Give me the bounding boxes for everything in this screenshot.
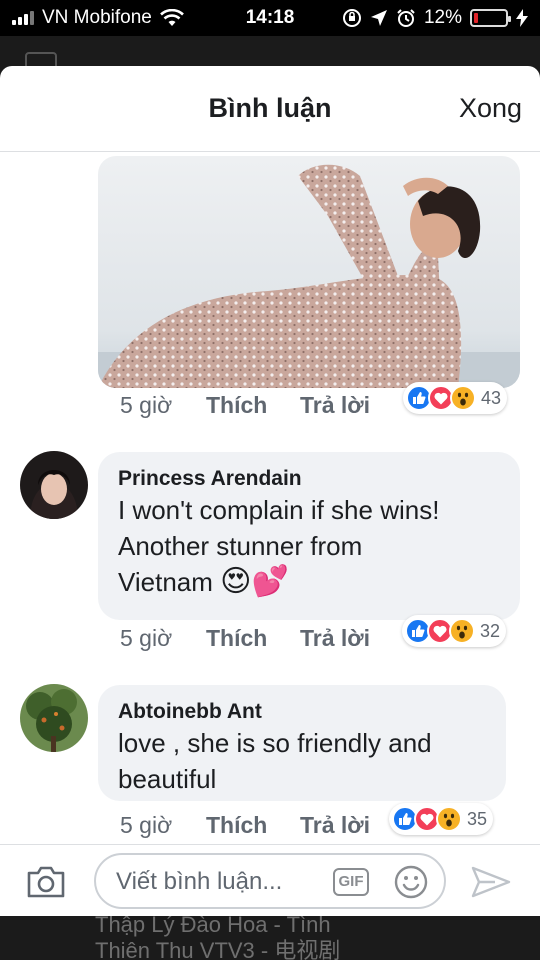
avatar[interactable] bbox=[20, 451, 88, 519]
comment-text: I won't complain if she wins! Another st… bbox=[118, 492, 500, 600]
reaction-summary[interactable]: 43 bbox=[403, 382, 508, 414]
charging-icon bbox=[516, 9, 528, 27]
camera-icon[interactable] bbox=[26, 865, 66, 899]
done-button[interactable]: Xong bbox=[459, 93, 522, 124]
comments-sheet: Bình luận Xong 5 giờ Thích Trả lời 43 Pr… bbox=[0, 66, 540, 916]
comment-photo[interactable] bbox=[98, 156, 520, 388]
comment-text-line: I won't complain if she wins! bbox=[118, 495, 440, 525]
comment-meta: 5 giờ Thích Trả lời bbox=[120, 625, 370, 652]
reply-button[interactable]: Trả lời bbox=[300, 392, 370, 419]
comment-text-line: Vietnam bbox=[118, 567, 213, 597]
comment-input-placeholder: Viết bình luận... bbox=[116, 868, 283, 895]
two-hearts-emoji: 💕 bbox=[251, 565, 289, 598]
reaction-summary[interactable]: 35 bbox=[389, 803, 494, 835]
photo-image bbox=[98, 156, 520, 388]
battery-level bbox=[474, 13, 478, 23]
comment-meta: 5 giờ Thích Trả lời bbox=[120, 392, 370, 419]
alarm-icon bbox=[397, 9, 415, 27]
avatar[interactable] bbox=[20, 684, 88, 752]
rotation-lock-icon bbox=[342, 9, 361, 27]
status-bar: VN Mobifone 14:18 12% bbox=[0, 0, 540, 36]
comment-composer: Viết bình luận... GIF bbox=[0, 844, 540, 916]
comment-meta: 5 giờ Thích Trả lời bbox=[120, 812, 370, 839]
gif-icon[interactable]: GIF bbox=[333, 868, 369, 896]
location-icon bbox=[370, 10, 387, 26]
comment-bubble[interactable]: Abtoinebb Ant love , she is so friendly … bbox=[98, 685, 506, 801]
reply-button[interactable]: Trả lời bbox=[300, 625, 370, 652]
sheet-header: Bình luận Xong bbox=[0, 66, 540, 152]
background-post-title: Thập Lý Đào Hoa - Tình Thiên Thu VTV3 - … bbox=[95, 912, 535, 960]
comment-author[interactable]: Princess Arendain bbox=[118, 466, 500, 492]
comment-input[interactable]: Viết bình luận... GIF bbox=[94, 853, 446, 909]
like-button[interactable]: Thích bbox=[206, 625, 300, 652]
comment-time: 5 giờ bbox=[120, 392, 173, 418]
like-button[interactable]: Thích bbox=[206, 812, 300, 839]
avatar-image bbox=[20, 684, 88, 752]
reply-button[interactable]: Trả lời bbox=[300, 812, 370, 839]
wow-reaction-icon bbox=[450, 385, 476, 411]
battery-icon bbox=[470, 9, 511, 27]
comment-text-line: love , she is so friendly and bbox=[118, 728, 432, 758]
comment-time: 5 giờ bbox=[120, 812, 173, 838]
wow-reaction-icon bbox=[436, 806, 462, 832]
emoji-icon[interactable] bbox=[394, 865, 428, 899]
reaction-count: 35 bbox=[467, 808, 488, 829]
wow-reaction-icon bbox=[449, 618, 475, 644]
heart-eyes-emoji: 😍 bbox=[220, 565, 252, 598]
send-icon[interactable] bbox=[470, 865, 512, 899]
comment-text: love , she is so friendly and beautiful bbox=[118, 725, 486, 797]
comment-author[interactable]: Abtoinebb Ant bbox=[118, 699, 486, 725]
background-text-line: Thiên Thu VTV3 - 电视剧 bbox=[95, 938, 341, 960]
comment-time: 5 giờ bbox=[120, 625, 173, 651]
battery-percent: 12% bbox=[423, 7, 462, 28]
reaction-count: 32 bbox=[480, 620, 501, 641]
reaction-count: 43 bbox=[481, 387, 502, 408]
reaction-summary[interactable]: 32 bbox=[402, 615, 507, 647]
status-right: 12% bbox=[342, 7, 528, 29]
comment-bubble[interactable]: Princess Arendain I won't complain if sh… bbox=[98, 452, 520, 620]
avatar-image bbox=[20, 451, 88, 519]
comment-text-line: Another stunner from bbox=[118, 531, 363, 561]
like-button[interactable]: Thích bbox=[206, 392, 300, 419]
comment-text-line: beautiful bbox=[118, 764, 217, 794]
